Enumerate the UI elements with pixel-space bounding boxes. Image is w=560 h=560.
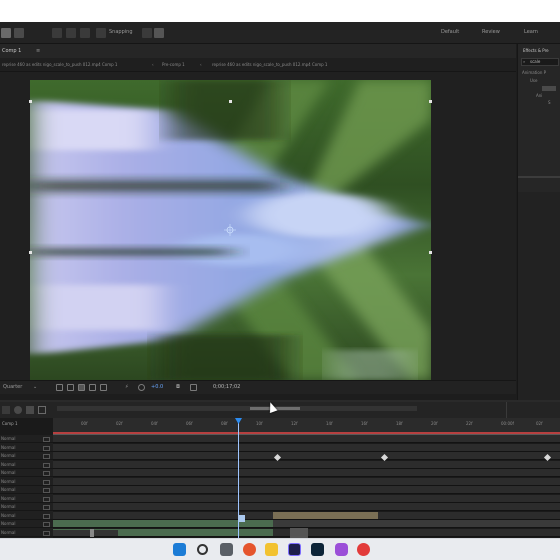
- search-icon: ⌕: [523, 59, 526, 64]
- photoshop-icon[interactable]: [311, 543, 324, 556]
- windows-start-icon[interactable]: [173, 543, 186, 556]
- fast-preview-icon[interactable]: ⚡: [125, 385, 129, 390]
- motion-blur-flower-image: [30, 80, 431, 380]
- viewer-controls-bar: Quarter ⌄ ⚡ +0.0 ◘ 0;00;17;02: [0, 380, 516, 394]
- breadcrumb-arrow-icon: ‹: [152, 62, 154, 67]
- exposure-value[interactable]: +0.0: [151, 385, 163, 390]
- effects-tree-item[interactable]: Ani: [536, 94, 542, 100]
- workspace-default[interactable]: Default: [441, 30, 459, 35]
- effects-tree-item[interactable]: Use: [530, 79, 537, 85]
- effects-tree-item[interactable]: Animation P: [522, 71, 546, 77]
- layer-track[interactable]: [53, 486, 560, 494]
- properties-panel: [518, 192, 560, 400]
- chrome-icon[interactable]: [357, 543, 370, 556]
- rotate-tool-icon[interactable]: [80, 28, 90, 38]
- task-view-icon[interactable]: [220, 543, 233, 556]
- snapping-checkbox-icon[interactable]: [96, 28, 106, 38]
- breadcrumb-arrow-icon: ‹: [200, 62, 202, 67]
- layer-track[interactable]: [53, 452, 560, 460]
- composition-panel-tabs: Comp 1 ≡: [0, 44, 516, 58]
- tools-toolbar: Snapping Default Review Learn: [0, 22, 560, 44]
- effects-search-value: scale: [530, 59, 541, 64]
- grid-icon[interactable]: [67, 384, 74, 391]
- composition-viewer[interactable]: [0, 72, 516, 404]
- effects-tree-item[interactable]: S: [548, 101, 551, 107]
- effects-tree-selected[interactable]: [542, 86, 556, 91]
- region-of-interest-icon[interactable]: [78, 384, 85, 391]
- layer-duration-bar[interactable]: [273, 511, 378, 519]
- layer-track[interactable]: [53, 503, 560, 511]
- breadcrumb-comp-b[interactable]: reprise 460 as edits nigo_scale_to_push …: [212, 63, 327, 67]
- zoom-slider[interactable]: [53, 530, 118, 536]
- composition-frame-image[interactable]: [30, 80, 431, 380]
- timeline-scrollbar-thumb[interactable]: [290, 528, 308, 538]
- current-time-display[interactable]: 0;00;17;02: [213, 385, 240, 390]
- breadcrumb-precomp[interactable]: Pre-comp 1: [162, 63, 185, 67]
- layer-track[interactable]: [53, 443, 560, 452]
- transform-handle[interactable]: [29, 251, 32, 254]
- layer-tracks: [0, 402, 560, 538]
- timeline-panel: 00f 02f 04f 06f 08f 10f 12f 14f 16f 18f 20f 22f 00:0…: [0, 400, 560, 538]
- browser-icon[interactable]: [243, 543, 256, 556]
- toggle-panel-icon[interactable]: [154, 28, 164, 38]
- selected-keyframe-icon[interactable]: [238, 515, 245, 522]
- effects-search-input[interactable]: ⌕ scale: [521, 58, 559, 66]
- file-explorer-icon[interactable]: [265, 543, 278, 556]
- layer-track[interactable]: [53, 494, 560, 503]
- pan-tool-icon[interactable]: [52, 28, 62, 38]
- layer-track[interactable]: [53, 469, 560, 477]
- chevron-down-icon[interactable]: ⌄: [33, 385, 37, 390]
- workspace-learn[interactable]: Learn: [524, 30, 538, 35]
- camera-icon[interactable]: ◘: [176, 385, 180, 390]
- mask-visibility-icon[interactable]: [100, 384, 107, 391]
- pen-tool-icon[interactable]: [14, 28, 24, 38]
- windows-taskbar: [0, 538, 560, 560]
- effects-presets-panel: Effects & Pre ⌕ scale Animation P Use An…: [517, 44, 560, 400]
- selection-tool-icon[interactable]: [1, 28, 11, 38]
- zoom-tool-icon[interactable]: [66, 28, 76, 38]
- layer-duration-bar[interactable]: [273, 520, 560, 527]
- snapping-label: Snapping: [109, 29, 133, 35]
- layer-track[interactable]: [53, 435, 560, 443]
- snap-options-icon[interactable]: [142, 28, 152, 38]
- workspace-review[interactable]: Review: [482, 30, 500, 35]
- snapshot-icon[interactable]: [56, 384, 63, 391]
- transform-handle[interactable]: [229, 100, 232, 103]
- transform-handle[interactable]: [429, 100, 432, 103]
- zoom-slider-handle[interactable]: [90, 529, 94, 537]
- panel-menu-icon[interactable]: ≡: [36, 49, 40, 54]
- breadcrumb-comp-a[interactable]: reprise 460 as edits nigo_scale_to_push …: [2, 63, 117, 67]
- transform-handle[interactable]: [29, 100, 32, 103]
- panel-divider: [518, 176, 560, 178]
- after-effects-window: Snapping Default Review Learn Comp 1 ≡ r…: [0, 22, 560, 538]
- transparency-grid-icon[interactable]: [89, 384, 96, 391]
- show-channel-icon[interactable]: [190, 384, 197, 391]
- search-icon[interactable]: [197, 544, 208, 555]
- after-effects-icon[interactable]: [288, 543, 301, 556]
- layer-track[interactable]: [53, 460, 560, 469]
- magnification-select[interactable]: Quarter: [3, 385, 22, 390]
- composition-breadcrumb: reprise 460 as edits nigo_scale_to_push …: [0, 58, 516, 72]
- transform-handle[interactable]: [429, 251, 432, 254]
- effects-panel-title[interactable]: Effects & Pre: [523, 49, 549, 53]
- color-channel-icon[interactable]: [138, 384, 145, 391]
- media-encoder-icon[interactable]: [335, 543, 348, 556]
- layer-track[interactable]: [53, 477, 560, 486]
- tab-comp-1[interactable]: Comp 1: [2, 49, 21, 54]
